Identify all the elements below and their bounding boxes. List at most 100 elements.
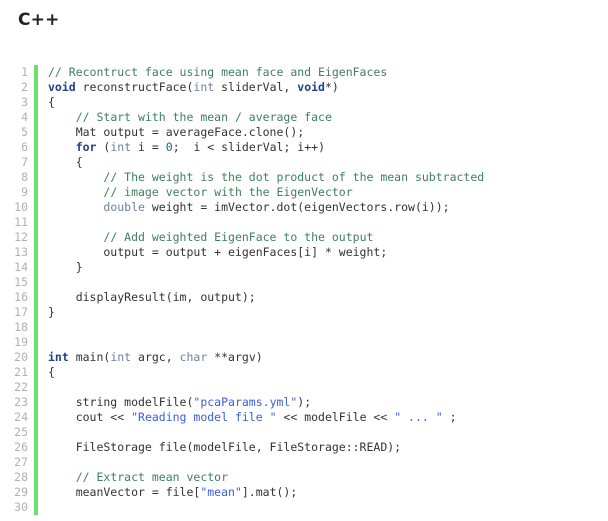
code-token: } — [48, 260, 83, 274]
code-line-content[interactable]: } — [38, 260, 484, 275]
code-line-content[interactable] — [38, 275, 484, 290]
code-line-content[interactable]: Mat output = averageFace.clone(); — [38, 125, 484, 140]
code-line: 24 cout << "Reading model file " << mode… — [0, 410, 484, 425]
line-number: 12 — [14, 230, 28, 244]
code-editor-area[interactable]: 1 // Recontruct face using mean face and … — [0, 65, 608, 521]
code-line: 16 displayResult(im, output); — [0, 290, 484, 305]
code-line-content[interactable]: // image vector with the EigenVector — [38, 185, 484, 200]
code-line-content[interactable]: meanVector = file["mean"].mat(); — [38, 485, 484, 500]
code-token: for — [75, 140, 97, 154]
code-token: ( — [96, 140, 111, 154]
code-line: 19 — [0, 335, 484, 350]
code-line-content[interactable]: string modelFile("pcaParams.yml"); — [38, 395, 484, 410]
code-line-content[interactable]: // Add weighted EigenFace to the output — [38, 230, 484, 245]
code-token: argc, — [131, 350, 180, 364]
code-line-content[interactable]: void reconstructFace(int sliderVal, void… — [38, 80, 484, 95]
line-number: 20 — [14, 350, 28, 364]
code-token: void — [297, 80, 325, 94]
line-number: 24 — [14, 410, 28, 424]
code-line-content[interactable]: { — [38, 95, 484, 110]
line-number: 8 — [21, 170, 28, 184]
code-token: int — [48, 350, 69, 364]
line-number: 16 — [14, 290, 28, 304]
code-token: // Add weighted EigenFace to the output — [103, 230, 374, 244]
line-number: 29 — [14, 485, 28, 499]
code-token: cout << — [48, 410, 132, 424]
code-line-content[interactable]: // Recontruct face using mean face and E… — [38, 65, 484, 80]
code-line-content[interactable]: // The weight is the dot product of the … — [38, 170, 484, 185]
code-line-content[interactable] — [38, 380, 484, 395]
code-line: 22 — [0, 380, 484, 395]
code-token: void — [48, 80, 76, 94]
code-line: 27 — [0, 455, 484, 470]
code-line-content[interactable] — [38, 335, 484, 350]
code-line-content[interactable]: output = output + eigenFaces[i] * weight… — [38, 245, 484, 260]
code-line-content[interactable]: for (int i = 0; i < sliderVal; i++) — [38, 140, 484, 155]
code-token: displayResult(im, output); — [48, 290, 256, 304]
code-line: 15 — [0, 275, 484, 290]
code-token: // The weight is the dot product of the … — [103, 170, 485, 184]
code-line-content[interactable]: } — [38, 305, 484, 320]
code-line: 20 int main(int argc, char **argv) — [0, 350, 484, 365]
code-line-content[interactable]: displayResult(im, output); — [38, 290, 484, 305]
code-line-content[interactable]: int main(int argc, char **argv) — [38, 350, 484, 365]
code-token: FileStorage file(modelFile, FileStorage:… — [48, 440, 402, 454]
code-token: double — [103, 200, 145, 214]
code-line-content[interactable]: // Start with the mean / average face — [38, 110, 484, 125]
code-line: 21 { — [0, 365, 484, 380]
code-line: 8 // The weight is the dot product of th… — [0, 170, 484, 185]
code-line: 7 { — [0, 155, 484, 170]
code-line: 25 — [0, 425, 484, 440]
code-line-content[interactable] — [38, 500, 484, 515]
code-token: { — [48, 155, 83, 169]
code-token: ); — [297, 395, 312, 409]
code-line-content[interactable] — [38, 320, 484, 335]
line-number: 4 — [21, 110, 28, 124]
line-number: 30 — [14, 500, 28, 514]
code-line: 14 } — [0, 260, 484, 275]
code-token: string modelFile( — [48, 395, 194, 409]
code-line-content[interactable] — [38, 425, 484, 440]
line-number: 2 — [21, 80, 28, 94]
code-line-content[interactable]: FileStorage file(modelFile, FileStorage:… — [38, 440, 484, 455]
code-token: meanVector = file[ — [48, 485, 201, 499]
code-token: int — [110, 350, 132, 364]
line-number: 14 — [14, 260, 28, 274]
code-token: ; i < sliderVal; i++) — [172, 140, 326, 154]
code-token: } — [48, 305, 55, 319]
code-line: 17} — [0, 305, 484, 320]
code-line: 30 — [0, 500, 484, 515]
code-line: 26 FileStorage file(modelFile, FileStora… — [0, 440, 484, 455]
code-line-content[interactable]: cout << "Reading model file " << modelFi… — [38, 410, 484, 425]
code-line: 29 meanVector = file["mean"].mat(); — [0, 485, 484, 500]
code-line-content[interactable] — [38, 455, 484, 470]
line-number: 19 — [14, 335, 28, 349]
line-number: 5 — [21, 125, 28, 139]
code-line-content[interactable]: // Extract mean vector — [38, 470, 484, 485]
code-token: << modelFile << — [276, 410, 395, 424]
code-line: 18 — [0, 320, 484, 335]
code-line-content[interactable]: double weight = imVector.dot(eigenVector… — [38, 200, 484, 215]
code-token: "pcaParams.yml" — [193, 395, 298, 409]
line-number: 15 — [14, 275, 28, 289]
code-lines-body: 1 // Recontruct face using mean face and … — [0, 65, 484, 515]
line-number: 1 — [21, 65, 28, 79]
code-line-content[interactable]: { — [38, 365, 484, 380]
code-line-content[interactable] — [38, 215, 484, 230]
line-number: 6 — [21, 140, 28, 154]
code-token: 0 — [165, 140, 173, 154]
code-token: main( — [68, 350, 111, 364]
code-token: { — [48, 365, 55, 379]
code-token: sliderVal, — [214, 80, 298, 94]
code-token: weight = imVector.dot(eigenVectors.row(i… — [144, 200, 450, 214]
code-token: { — [48, 95, 55, 109]
code-token: char — [179, 350, 208, 364]
line-number: 9 — [21, 185, 28, 199]
code-line-content[interactable]: { — [38, 155, 484, 170]
code-token: i = — [131, 140, 166, 154]
